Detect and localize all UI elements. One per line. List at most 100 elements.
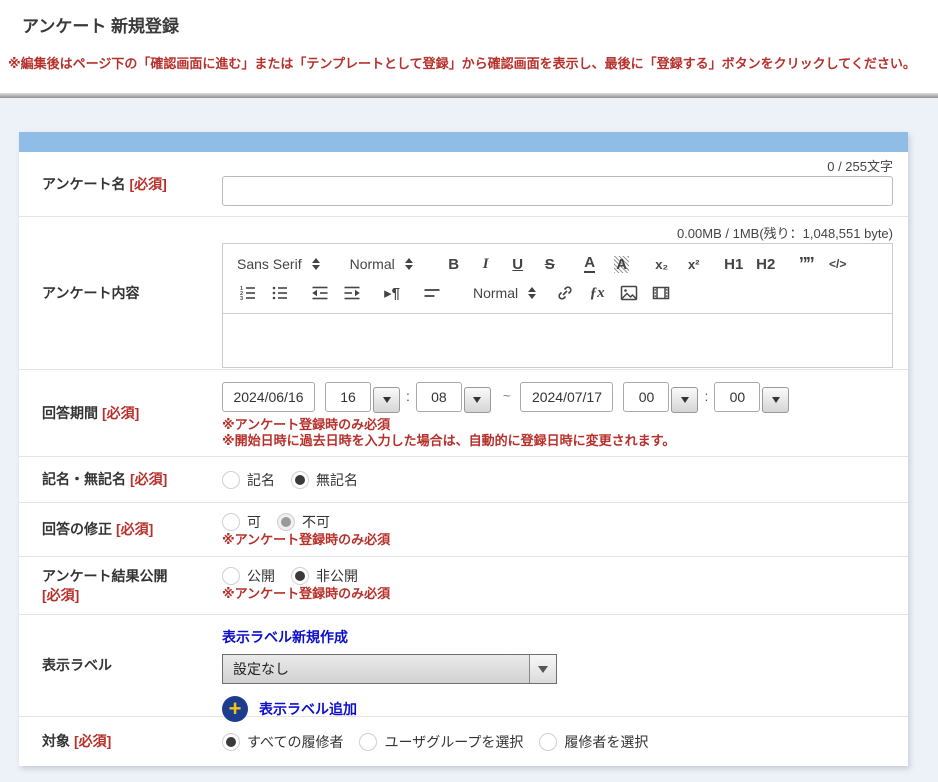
survey-form-table: アンケート名 [必須] 0 / 255文字 アンケート内容 0.00MB / 1… [19,152,908,766]
radio-private[interactable]: 非公開 [291,566,358,586]
display-label-label: 表示ラベル [42,656,112,675]
outdent-button[interactable] [309,281,331,305]
superscript-button[interactable]: x² [683,252,705,276]
chevron-down-icon [772,397,780,403]
end-hour-input[interactable] [623,382,669,412]
image-button[interactable] [618,281,640,305]
radio-user-group[interactable]: ユーザグループを選択 [359,732,523,752]
survey-name-label-cell: アンケート名 [必須] [19,152,222,216]
anonymity-label: 記名・無記名 [42,470,126,489]
survey-name-value-cell: 0 / 255文字 [222,152,908,216]
radio-correction-not-allowed[interactable]: 不可 [277,512,330,532]
blockquote-button[interactable]: ”” [795,252,817,276]
link-button[interactable] [554,281,576,305]
display-label-label-cell: 表示ラベル [19,615,222,716]
start-minute-combo [416,382,491,413]
start-minute-dropdown-button[interactable] [464,387,491,413]
line-height-picker[interactable]: Normal [473,285,536,301]
underline-button[interactable]: U [507,252,529,276]
display-label-select[interactable]: 設定なし [222,654,557,684]
radio-correction-allowed[interactable]: 可 [222,512,261,532]
survey-form-panel: アンケート名 [必須] 0 / 255文字 アンケート内容 0.00MB / 1… [19,132,908,766]
heading2-button[interactable]: H2 [755,252,777,276]
radio-circle-checked-icon [277,513,295,531]
text-color-button[interactable]: A [579,252,601,276]
indent-icon [343,284,361,302]
end-minute-dropdown-button[interactable] [762,387,789,413]
bullet-list-button[interactable] [269,281,291,305]
survey-name-input[interactable] [222,176,893,206]
time-colon-separator: : [704,388,708,404]
select-dropdown-button[interactable] [529,655,556,683]
period-range-separator: ~ [503,388,511,403]
underline-glyph: U [512,256,523,273]
editor-content-area[interactable] [223,313,892,367]
font-family-picker[interactable]: Sans Serif [237,256,320,272]
highlight-color-button[interactable]: A [611,252,633,276]
end-minute-input[interactable] [714,382,760,412]
radio-signed[interactable]: 記名 [222,470,275,490]
text-direction-button[interactable]: ▸¶ [381,281,403,305]
target-required-badge: [必須] [74,732,111,751]
survey-name-required-badge: [必須] [129,175,166,194]
start-hour-combo [325,382,400,413]
start-hour-input[interactable] [325,382,371,412]
page-header: アンケート 新規登録 ※編集後はページ下の「確認画面に進む」または「テンプレート… [0,0,938,93]
end-date-input[interactable] [520,382,613,412]
start-date-input[interactable] [222,382,315,412]
survey-content-size-counter: 0.00MB / 1MB(残り：1,048,551 byte) [222,225,893,243]
answer-period-notes: ※アンケート登録時のみ必須 ※開始日時に過去日時を入力した場合は、自動的に登録日… [222,417,893,449]
bullet-list-icon [271,284,289,302]
radio-user-group-label: ユーザグループを選択 [384,732,523,752]
subscript-button[interactable]: x₂ [651,252,673,276]
period-note-1: ※アンケート登録時のみ必須 [222,417,893,433]
target-value-cell: すべての履修者 ユーザグループを選択 履修者を選択 [222,717,908,766]
text-color-glyph: A [584,255,595,273]
radio-anonymous-label: 無記名 [316,470,358,490]
end-hour-dropdown-button[interactable] [671,387,698,413]
survey-name-label: アンケート名 [42,175,125,194]
correction-label: 回答の修正 [42,520,112,539]
correction-radio-group: 可 不可 [222,512,893,532]
radio-all-students[interactable]: すべての履修者 [222,732,343,752]
ordered-list-button[interactable]: 123 [237,281,259,305]
display-label-value-cell: 表示ラベル新規作成 設定なし + 表示ラベル追加 [222,615,908,716]
row-display-label: 表示ラベル 表示ラベル新規作成 設定なし + 表示ラベル追加 [19,614,908,716]
publication-label-wrap: アンケート結果公開 [必須] [42,567,167,605]
start-hour-dropdown-button[interactable] [373,387,400,413]
formula-button[interactable]: ƒx [586,281,608,305]
strikethrough-button[interactable]: S [539,252,561,276]
end-minute-combo [714,382,789,413]
create-display-label-link[interactable]: 表示ラベル新規作成 [222,627,348,647]
editor-toolbar-row-1: Sans Serif Normal B I U S [237,251,878,277]
row-answer-correction: 回答の修正 [必須] 可 不可 ※アンケート登録時のみ必須 [19,502,908,556]
italic-button[interactable]: I [475,252,497,276]
radio-circle-icon [222,567,240,585]
link-icon [556,284,574,302]
radio-circle-icon [359,733,377,751]
radio-signed-label: 記名 [247,470,275,490]
target-label: 対象 [42,732,70,751]
chevron-down-icon [473,397,481,403]
add-display-label-link[interactable]: 表示ラベル追加 [259,699,357,719]
display-label-selected-value: 設定なし [223,659,529,679]
radio-public[interactable]: 公開 [222,566,275,586]
page-content: アンケート名 [必須] 0 / 255文字 アンケート内容 0.00MB / 1… [0,98,938,782]
radio-anonymous[interactable]: 無記名 [291,470,358,490]
video-button[interactable] [650,281,672,305]
indent-button[interactable] [341,281,363,305]
editor-toolbar: Sans Serif Normal B I U S [223,244,892,313]
heading1-button[interactable]: H1 [723,252,745,276]
radio-select-students[interactable]: 履修者を選択 [539,732,648,752]
video-icon [652,284,670,302]
correction-value-cell: 可 不可 ※アンケート登録時のみ必須 [222,503,908,556]
font-size-picker[interactable]: Normal [350,256,413,272]
correction-note: ※アンケート登録時のみ必須 [222,532,893,548]
align-button[interactable] [421,281,443,305]
ordered-list-icon: 123 [239,284,257,302]
bold-button[interactable]: B [443,252,465,276]
code-block-button[interactable]: </> [827,252,849,276]
row-anonymity: 記名・無記名 [必須] 記名 無記名 [19,456,908,502]
publication-value-cell: 公開 非公開 ※アンケート登録時のみ必須 [222,557,908,614]
start-minute-input[interactable] [416,382,462,412]
